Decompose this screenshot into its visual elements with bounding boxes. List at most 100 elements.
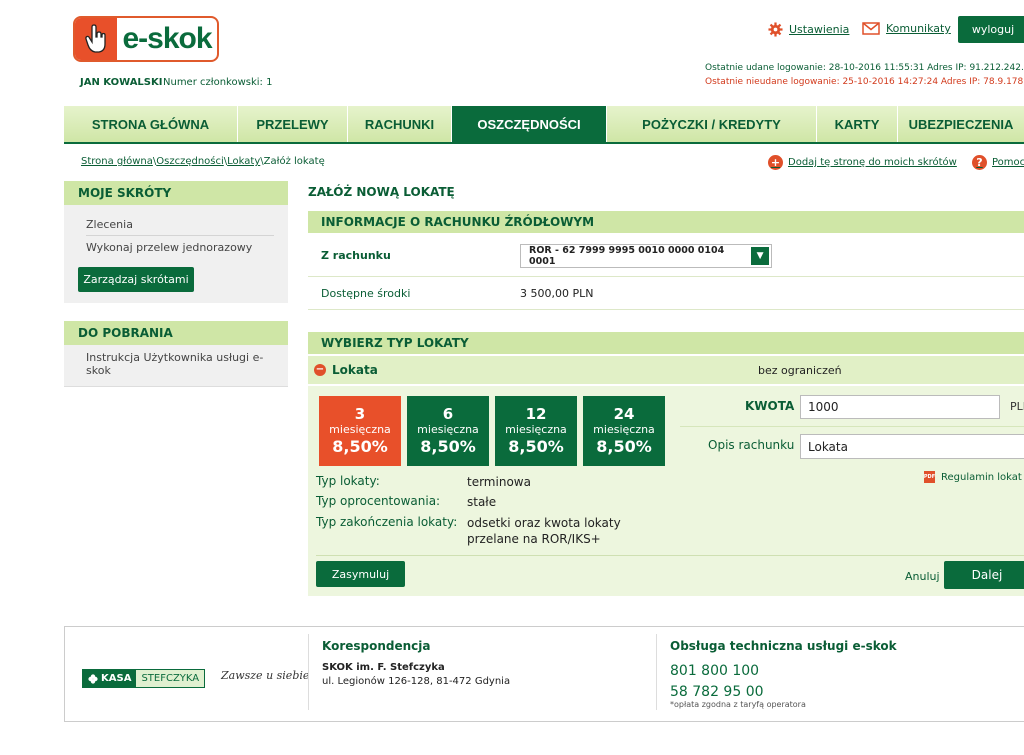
interest-type-value: stałe <box>467 495 497 509</box>
available-funds-label: Dostępne środki <box>321 286 411 300</box>
hand-cursor-icon <box>75 18 117 60</box>
shortcuts-title: MOJE SKRÓTY <box>64 181 288 205</box>
logo-text: e-skok <box>122 22 212 55</box>
from-account-row: Z rachunku ROR - 62 7999 9995 0010 0000 … <box>308 235 1024 277</box>
regulations-link[interactable]: PDF Regulamin lokat <box>924 471 1022 483</box>
term-tile-24[interactable]: 24 miesięczna 8,50% <box>583 396 665 466</box>
envelope-icon <box>862 22 880 35</box>
footer-divider <box>308 634 309 710</box>
deposit-toggle[interactable]: − Lokata <box>308 363 758 377</box>
pdf-icon: PDF <box>924 471 935 483</box>
help-label: Pomoc <box>992 157 1024 168</box>
kasa-stefczyka-logo: KASA STEFCZYKA <box>82 669 206 688</box>
shortcut-orders[interactable]: Zlecenia <box>64 213 288 235</box>
deposit-header-bar: − Lokata bez ograniczeń <box>308 356 1024 384</box>
term-rate: 8,50% <box>420 437 476 456</box>
nav-cards[interactable]: KARTY <box>817 106 898 142</box>
support-note: *opłata zgodna z taryfą operatora <box>670 700 806 709</box>
add-shortcut-link[interactable]: + Dodaj tę stronę do moich skrótów <box>768 155 957 170</box>
description-label: Opis rachunku <box>708 438 795 452</box>
download-user-manual[interactable]: Instrukcja Użytkownika usługi e-skok <box>64 351 288 377</box>
term-label: miesięczna <box>329 423 391 436</box>
user-name: JAN KOWALSKI <box>80 77 163 88</box>
messages-link[interactable]: Komunikaty <box>862 22 951 35</box>
term-tile-12[interactable]: 12 miesięczna 8,50% <box>495 396 577 466</box>
correspondence-name: SKOK im. F. Stefczyka <box>322 662 445 673</box>
logout-button[interactable]: wyloguj <box>958 16 1024 43</box>
actions-divider <box>316 555 1024 556</box>
shortcut-one-time-transfer[interactable]: Wykonaj przelew jednorazowy <box>64 236 288 258</box>
kasa-brand-a-text: KASA <box>101 673 132 684</box>
term-tile-6[interactable]: 6 miesięczna 8,50% <box>407 396 489 466</box>
chevron-down-icon: ▼ <box>751 246 769 265</box>
main-nav: STRONA GŁÓWNA PRZELEWY RACHUNKI OSZCZĘDN… <box>64 106 1024 144</box>
term-label: miesięczna <box>505 423 567 436</box>
term-months: 24 <box>613 405 635 423</box>
term-months: 12 <box>525 405 547 423</box>
form-divider <box>680 426 1024 427</box>
nav-transfers[interactable]: PRZELEWY <box>238 106 348 142</box>
breadcrumb-deposits[interactable]: Lokaty <box>227 156 260 167</box>
support-phone-1[interactable]: 801 800 100 <box>670 663 759 679</box>
from-account-select[interactable]: ROR - 62 7999 9995 0010 0000 0104 0001 ▼ <box>520 243 772 268</box>
term-months: 6 <box>442 405 454 423</box>
nav-accounts[interactable]: RACHUNKI <box>348 106 452 142</box>
question-icon: ? <box>972 155 987 170</box>
support-title: Obsługa techniczna usługi e-skok <box>670 639 897 653</box>
nav-insurance[interactable]: UBEZPIECZENIA <box>898 106 1024 142</box>
from-account-value: ROR - 62 7999 9995 0010 0000 0104 0001 <box>529 244 725 267</box>
footer-divider <box>656 634 657 710</box>
footer-slogan: Zawsze u siebie <box>221 669 310 682</box>
term-label: miesięczna <box>593 423 655 436</box>
support-phone-2[interactable]: 58 782 95 00 <box>670 684 764 700</box>
correspondence-address: ul. Legionów 126-128, 81-472 Gdynia <box>322 676 511 687</box>
settings-label: Ustawienia <box>789 23 850 36</box>
downloads-title: DO POBRANIA <box>64 321 288 345</box>
last-login-failed: Ostatnie nieudane logowanie: 25-10-2016 … <box>705 77 1024 87</box>
breadcrumb: Strona główna\Oszczędności\Lokaty\Załóż … <box>81 156 325 167</box>
deposit-limit: bez ograniczeń <box>758 363 842 377</box>
collapse-icon: − <box>314 364 326 376</box>
breadcrumb-home[interactable]: Strona główna <box>81 156 153 167</box>
clover-icon <box>88 673 98 684</box>
amount-input[interactable] <box>800 395 1000 419</box>
term-label: miesięczna <box>417 423 479 436</box>
deposit-name: Lokata <box>332 363 378 377</box>
description-input[interactable] <box>800 434 1024 459</box>
breadcrumb-savings[interactable]: Oszczędności <box>156 156 224 167</box>
plus-icon: + <box>768 155 783 170</box>
correspondence-title: Korespondencja <box>322 639 431 653</box>
deposit-type-label: Typ lokaty: <box>316 474 380 488</box>
gear-icon <box>768 22 783 37</box>
shortcuts-box: Zlecenia Wykonaj przelew jednorazowy Zar… <box>64 205 288 303</box>
page-title: ZAŁÓŻ NOWĄ LOKATĘ <box>308 185 455 199</box>
amount-label: KWOTA <box>745 399 795 413</box>
nav-home[interactable]: STRONA GŁÓWNA <box>64 106 238 142</box>
add-shortcut-label: Dodaj tę stronę do moich skrótów <box>788 157 957 168</box>
term-rate: 8,50% <box>332 437 388 456</box>
member-number: Numer członkowski: 1 <box>163 77 273 88</box>
e-skok-logo[interactable]: e-skok <box>73 16 219 62</box>
nav-loans[interactable]: POŻYCZKI / KREDYTY <box>607 106 817 142</box>
interest-type-label: Typ oprocentowania: <box>316 494 441 508</box>
from-account-label: Z rachunku <box>321 249 391 262</box>
completion-type-value: odsetki oraz kwota lokaty przelane na RO… <box>467 516 621 546</box>
settings-link[interactable]: Ustawienia <box>768 22 849 37</box>
next-button[interactable]: Dalej <box>944 561 1024 589</box>
available-funds-row: Dostępne środki 3 500,00 PLN <box>308 277 1024 310</box>
source-account-section-title: INFORMACJE O RACHUNKU ŹRÓDŁOWYM <box>308 211 1024 233</box>
kasa-brand-a: KASA <box>83 670 137 687</box>
simulate-button[interactable]: Zasymuluj <box>316 561 405 587</box>
deposit-type-section-title: WYBIERZ TYP LOKATY <box>308 332 1024 354</box>
term-rate: 8,50% <box>596 437 652 456</box>
regulations-label: Regulamin lokat <box>941 471 1022 483</box>
help-link[interactable]: ? Pomoc <box>972 155 1024 170</box>
last-login-success: Ostatnie udane logowanie: 28-10-2016 11:… <box>705 63 1024 73</box>
deposit-term-tiles: 3 miesięczna 8,50% 6 miesięczna 8,50% 12… <box>319 396 665 466</box>
cancel-link[interactable]: Anuluj <box>905 570 940 583</box>
breadcrumb-current: Załóż lokatę <box>263 156 325 167</box>
term-tile-3[interactable]: 3 miesięczna 8,50% <box>319 396 401 466</box>
nav-savings[interactable]: OSZCZĘDNOŚCI <box>452 106 607 142</box>
downloads-box: Instrukcja Użytkownika usługi e-skok <box>64 345 288 387</box>
manage-shortcuts-button[interactable]: Zarządzaj skrótami <box>78 267 194 292</box>
